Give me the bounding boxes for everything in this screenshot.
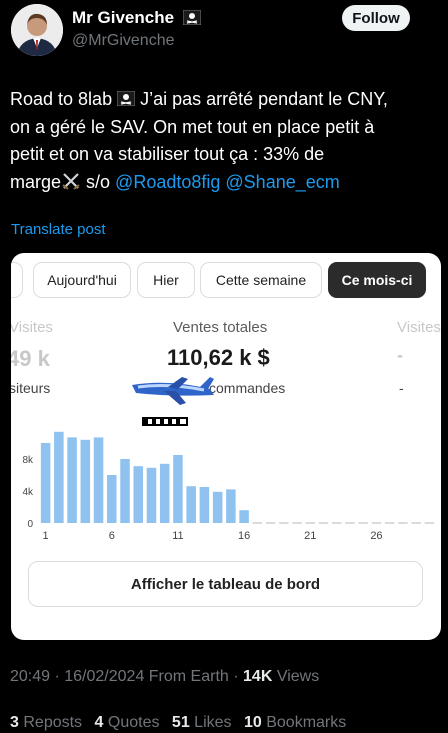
- metric-left-sub: siteurs: [11, 380, 51, 396]
- post-text-line4: marge: [10, 171, 62, 192]
- tab-partial[interactable]: [11, 262, 23, 298]
- chart-bar: [212, 491, 223, 523]
- chart-bar: [159, 463, 170, 523]
- metric-main-sub: commandes: [209, 380, 286, 396]
- x-tick-label: 16: [238, 530, 250, 541]
- chart-bar: [67, 437, 77, 523]
- x-tick-label: 21: [304, 530, 316, 541]
- dashboard-button[interactable]: Afficher le tableau de bord: [28, 561, 423, 607]
- post-text-line1: Road to 8lab: [10, 89, 113, 109]
- views-label: Views: [272, 668, 320, 685]
- post-text: Road to 8lab J’ai pas arrêté pendant le …: [10, 86, 440, 196]
- tab-yesterday[interactable]: Hier: [137, 262, 195, 298]
- y-tick-label: 4k: [22, 487, 34, 498]
- metric-main-label: Ventes totales: [173, 319, 268, 336]
- author-name-text[interactable]: Mr Givenche: [72, 8, 174, 27]
- views-count: 14K: [243, 668, 273, 685]
- pirate-flag-icon: [182, 9, 202, 26]
- tab-this-month[interactable]: Ce mois-ci: [328, 262, 426, 298]
- chart-bar: [186, 486, 196, 523]
- x-tick-label: 1: [43, 530, 49, 541]
- post-text-line2: on a géré le SAV. On met tout en place p…: [10, 116, 375, 137]
- y-tick-label: 0: [27, 519, 33, 530]
- chart-bar: [226, 489, 236, 523]
- chart-bar: [239, 510, 249, 523]
- chart-bar: [80, 439, 91, 523]
- post-timestamp[interactable]: 20:49 · 16/02/2024 From Earth ·: [10, 668, 243, 685]
- tab-this-week[interactable]: Cette semaine: [200, 262, 322, 298]
- chart-bar: [120, 459, 130, 523]
- sales-bar-chart: 04k8k1 6 11 16 21 26: [22, 431, 435, 541]
- likes-stat[interactable]: 51 Likes: [172, 714, 232, 731]
- post-meta: 20:49 · 16/02/2024 From Earth · 14K View…: [10, 668, 319, 686]
- chart-bar: [54, 431, 64, 523]
- chart-bar: [133, 466, 144, 523]
- pirate-flag-icon: [116, 87, 136, 107]
- metric-left-value: 49 k: [11, 346, 50, 371]
- metric-left-label: Visites: [11, 319, 53, 336]
- crossed-swords-icon: [61, 171, 81, 190]
- metric-right-label: Visites: [397, 319, 441, 336]
- chart-bar: [173, 455, 183, 523]
- date-range-tabs: Aujourd'hui Hier Cette semaine Ce mois-c…: [11, 262, 441, 298]
- chart-bar: [107, 475, 117, 523]
- mention-roadto8fig[interactable]: @Roadto8fig: [115, 172, 220, 192]
- metric-right-value: -: [397, 345, 403, 365]
- embedded-image[interactable]: Aujourd'hui Hier Cette semaine Ce mois-c…: [11, 253, 441, 640]
- chart-bar: [40, 443, 51, 523]
- chart-bar: [146, 467, 157, 523]
- quotes-stat[interactable]: 4 Quotes: [95, 714, 160, 731]
- bookmarks-stat[interactable]: 10 Bookmarks: [244, 714, 346, 731]
- post-text-line1-rest: J’ai pas arrêté pendant le CNY,: [135, 89, 388, 109]
- post-text-line3: petit et on va stabiliser tout ça : 33% …: [10, 144, 325, 164]
- reposts-stat[interactable]: 3 Reposts: [10, 714, 82, 731]
- mention-shane-ecm[interactable]: @Shane_ecm: [225, 172, 339, 192]
- chart-bar: [199, 487, 210, 523]
- x-tick-label: 11: [172, 530, 183, 541]
- engagement-stats: 3 Reposts 4 Quotes 51 Likes 10 Bookmarks: [10, 714, 354, 732]
- translate-post-link[interactable]: Translate post: [11, 221, 106, 238]
- tab-today[interactable]: Aujourd'hui: [33, 262, 131, 298]
- metric-main-value: 110,62 k $: [167, 345, 270, 370]
- x-tick-label: 6: [109, 530, 115, 541]
- y-tick-label: 8k: [22, 455, 34, 466]
- post-text-so: s/o: [81, 171, 116, 192]
- follow-button[interactable]: Follow: [342, 5, 410, 31]
- author-handle[interactable]: @MrGivenche: [72, 32, 175, 50]
- metric-right-sub: -: [399, 380, 404, 396]
- chart-bar: [93, 437, 104, 523]
- x-tick-label: 26: [370, 530, 382, 541]
- author-name[interactable]: Mr Givenche: [72, 8, 202, 28]
- avatar[interactable]: [11, 4, 63, 56]
